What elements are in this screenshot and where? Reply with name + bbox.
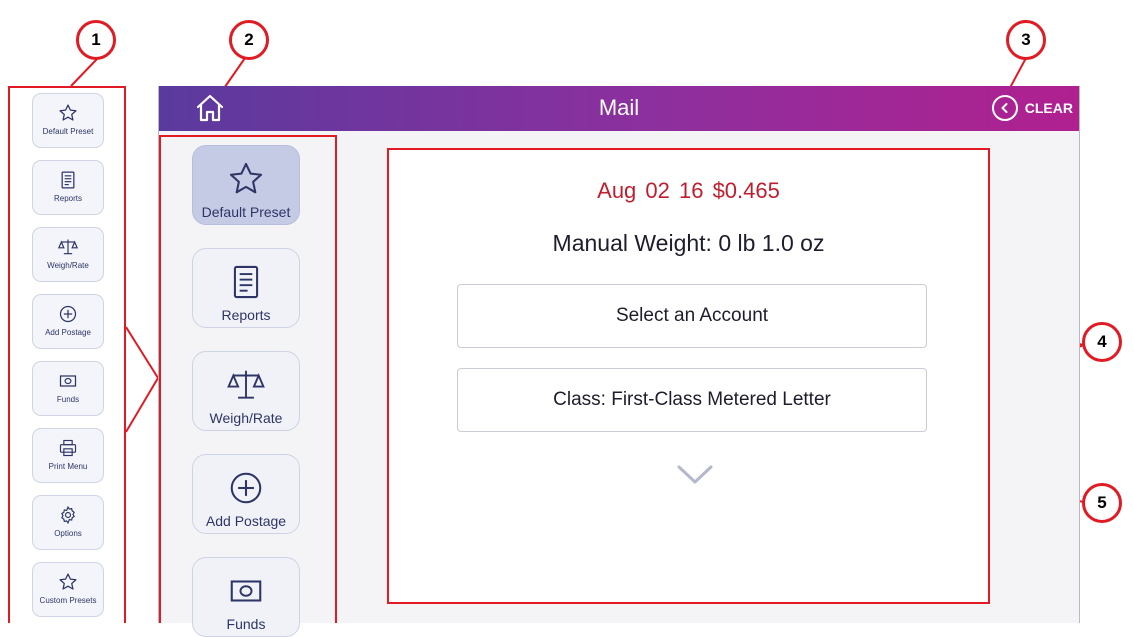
page-title: Mail xyxy=(598,95,640,120)
weight-display: Manual Weight: 0 lb 1.0 oz xyxy=(552,230,825,256)
plus-circle-icon xyxy=(230,472,262,504)
printer-icon xyxy=(59,439,77,457)
star-icon xyxy=(59,104,77,121)
date-price-display: Aug 02 16 $0.465 xyxy=(597,178,780,203)
sidebar-item-weigh-rate[interactable]: Weigh/Rate xyxy=(32,227,104,282)
sidebar-item-print-menu[interactable]: Print Menu xyxy=(32,428,104,483)
sidebar-item-label: Weigh/Rate xyxy=(47,261,89,270)
sidebar-item-custom-presets[interactable]: Custom Presets xyxy=(32,562,104,617)
sidebar-item-options[interactable]: Options xyxy=(32,495,104,550)
sidebar-item-funds[interactable]: Funds xyxy=(32,361,104,416)
sidebar-item-label: Options xyxy=(54,529,82,538)
scale-icon xyxy=(58,239,78,255)
sidebar-item-reports[interactable]: Reports xyxy=(32,160,104,215)
sidebar-item-reports[interactable]: Reports xyxy=(192,248,300,328)
money-icon xyxy=(59,375,77,387)
callout-2: 2 xyxy=(229,20,269,60)
report-icon xyxy=(61,171,75,189)
callout-3: 3 xyxy=(1006,20,1046,60)
sidebar-item-add-postage[interactable]: Add Postage xyxy=(32,294,104,349)
plus-circle-icon xyxy=(59,305,77,323)
scale-icon xyxy=(227,370,265,399)
star-icon xyxy=(229,162,263,194)
sidebar-item-label: Add Postage xyxy=(45,328,91,337)
sidebar-item-label: Weigh/Rate xyxy=(209,410,283,426)
callout-1: 1 xyxy=(76,20,116,60)
sidebar-item-funds[interactable]: Funds xyxy=(192,557,300,637)
main-sidebar: Default Preset Reports Weigh/Rate Add Po… xyxy=(159,135,337,637)
callout-5: 5 xyxy=(1082,483,1122,523)
compact-sidebar: Default Preset Reports Weigh/Rate Add Po… xyxy=(8,86,126,623)
report-icon xyxy=(233,265,259,299)
sidebar-item-label: Custom Presets xyxy=(39,596,97,605)
sidebar-item-add-postage[interactable]: Add Postage xyxy=(192,454,300,534)
mail-screen: Mail CLEAR Default Preset Reports Weigh/… xyxy=(158,86,1080,637)
sidebar-item-default-preset[interactable]: Default Preset xyxy=(32,93,104,148)
clear-button[interactable]: CLEAR xyxy=(991,93,1073,123)
clear-label: CLEAR xyxy=(1024,100,1073,116)
money-icon xyxy=(230,580,262,602)
sidebar-item-label: Add Postage xyxy=(205,513,287,529)
sidebar-item-weigh-rate[interactable]: Weigh/Rate xyxy=(192,351,300,431)
sidebar-item-label: Funds xyxy=(226,616,266,632)
gear-icon xyxy=(61,505,75,525)
sidebar-item-label: Funds xyxy=(56,395,80,404)
back-chevron-icon xyxy=(991,95,1018,121)
chevron-down-icon[interactable] xyxy=(676,464,714,486)
header-bar: Mail CLEAR xyxy=(159,86,1079,131)
callout-4: 4 xyxy=(1082,322,1122,362)
mail-class-button[interactable]: Class: First-Class Metered Letter xyxy=(457,368,927,432)
star-icon xyxy=(59,573,77,590)
sidebar-item-label: Reports xyxy=(221,307,271,323)
sidebar-item-label: Print Menu xyxy=(48,462,88,471)
mail-details-panel: Aug 02 16 $0.465 Manual Weight: 0 lb 1.0… xyxy=(387,148,990,604)
sidebar-item-label: Default Preset xyxy=(42,127,94,136)
select-account-button[interactable]: Select an Account xyxy=(457,284,927,348)
sidebar-item-default-preset[interactable]: Default Preset xyxy=(192,145,300,225)
sidebar-item-label: Default Preset xyxy=(201,204,291,220)
sidebar-item-label: Reports xyxy=(53,194,82,203)
